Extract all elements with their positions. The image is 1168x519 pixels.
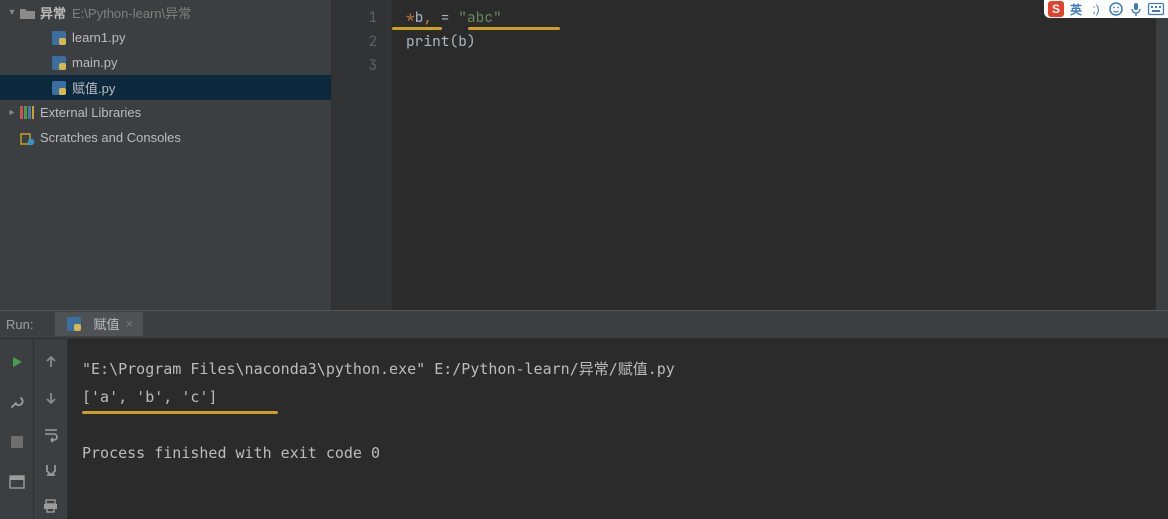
highlight-underline [82, 411, 278, 414]
libraries-icon [18, 106, 36, 119]
line-number: 2 [332, 30, 377, 54]
ime-toolbar: S 英 ;) [1044, 0, 1168, 18]
python-file-icon [50, 56, 68, 70]
run-tab-label: 赋值 [93, 314, 119, 333]
line-number: 3 [332, 54, 377, 78]
scroll-to-end-button[interactable] [40, 459, 62, 481]
soft-wrap-button[interactable] [40, 423, 62, 445]
ime-lang-icon[interactable]: 英 [1068, 1, 1084, 17]
project-root-row[interactable]: ▾ 异常 E:\Python-learn\异常 [0, 0, 331, 25]
code-line: print(b) [406, 30, 1156, 54]
down-button[interactable] [40, 387, 62, 409]
console-line: ['a', 'b', 'c'] [82, 383, 1154, 411]
run-title: Run: [6, 317, 33, 332]
up-button[interactable] [40, 351, 62, 373]
chevron-right-icon[interactable]: ▸ [6, 107, 18, 118]
project-root-label: 异常 [40, 3, 66, 22]
print-button[interactable] [40, 495, 62, 517]
file-row[interactable]: learn1.py [0, 25, 331, 50]
project-root-path: E:\Python-learn\异常 [72, 3, 191, 22]
layout-button[interactable] [6, 471, 28, 493]
editor-code-area[interactable]: *b, = "abc" print(b) [392, 0, 1156, 310]
external-libraries-row[interactable]: ▸ External Libraries [0, 100, 331, 125]
console-line: Process finished with exit code 0 [82, 439, 1154, 467]
file-label: learn1.py [72, 30, 125, 45]
code-line [406, 54, 1156, 78]
stop-button[interactable] [6, 431, 28, 453]
microphone-icon[interactable] [1128, 1, 1144, 17]
editor-scrollbar[interactable] [1156, 0, 1168, 310]
scratches-label: Scratches and Consoles [40, 130, 181, 145]
python-file-icon [50, 31, 68, 45]
scratches-icon [18, 131, 36, 145]
emoji-icon[interactable] [1108, 1, 1124, 17]
file-row[interactable]: main.py [0, 50, 331, 75]
python-file-icon [50, 81, 68, 95]
line-number: 1 [332, 6, 377, 30]
close-icon[interactable]: × [125, 316, 133, 331]
folder-icon [18, 7, 36, 19]
keyboard-icon[interactable] [1148, 1, 1164, 17]
run-rail-right [34, 339, 68, 519]
ime-punct-icon[interactable]: ;) [1088, 1, 1104, 17]
chevron-down-icon[interactable]: ▾ [6, 7, 18, 18]
console-line [82, 411, 1154, 439]
console-line: "E:\Program Files\naconda3\python.exe" E… [82, 355, 1154, 383]
settings-button[interactable] [6, 391, 28, 413]
run-header: Run: 赋值 × [0, 311, 1168, 339]
file-label: main.py [72, 55, 118, 70]
run-rail-left [0, 339, 34, 519]
file-row-selected[interactable]: 赋值.py [0, 75, 331, 100]
rerun-button[interactable] [6, 351, 28, 373]
scratches-row[interactable]: Scratches and Consoles [0, 125, 331, 150]
project-tree: ▾ 异常 E:\Python-learn\异常 learn1.py main.p… [0, 0, 332, 310]
python-file-icon [65, 317, 83, 331]
external-libraries-label: External Libraries [40, 105, 141, 120]
sogou-icon[interactable]: S [1048, 1, 1064, 17]
file-label: 赋值.py [72, 78, 115, 97]
run-console[interactable]: "E:\Program Files\naconda3\python.exe" E… [68, 339, 1168, 519]
run-tab[interactable]: 赋值 × [55, 312, 143, 338]
editor-gutter: 1 2 3 [332, 0, 392, 310]
run-tool-window: Run: 赋值 × "E:\P [0, 310, 1168, 519]
code-editor[interactable]: 1 2 3 *b, = "abc" print(b) S 英 ;) [332, 0, 1168, 310]
